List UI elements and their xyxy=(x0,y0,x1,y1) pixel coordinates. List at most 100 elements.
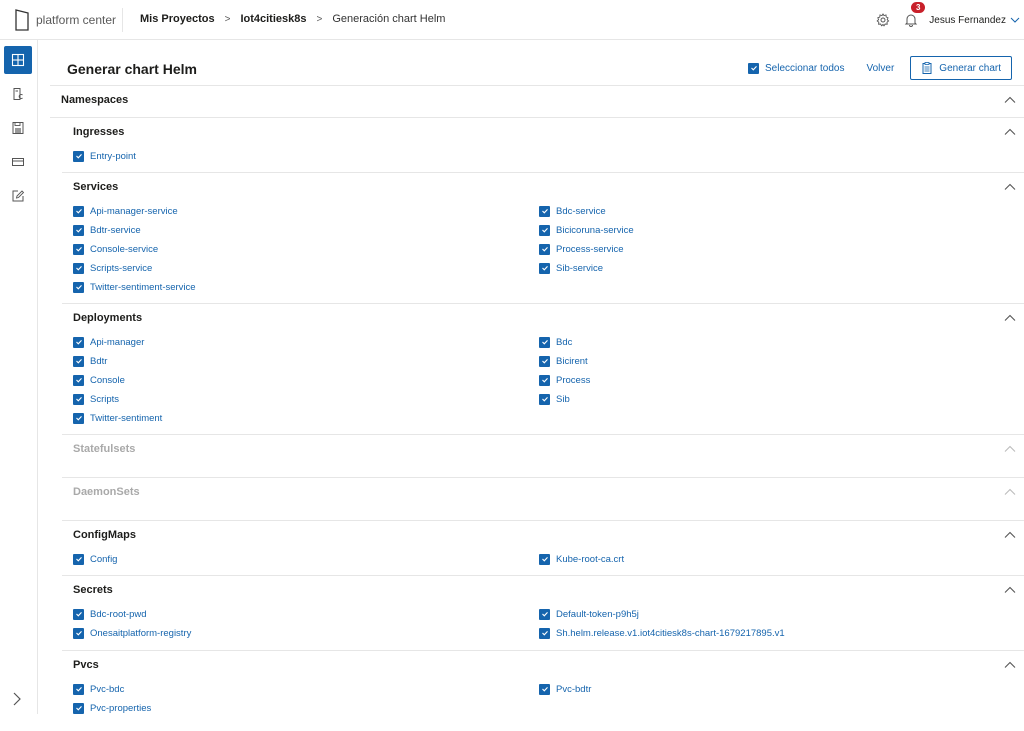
chevron-up-icon[interactable] xyxy=(1004,128,1016,136)
chevron-up-icon[interactable] xyxy=(1004,96,1016,104)
checkbox-label: Scripts xyxy=(90,393,120,405)
chevron-up-icon[interactable] xyxy=(1004,488,1016,496)
checkbox[interactable] xyxy=(73,553,84,565)
checkbox-item[interactable]: Console xyxy=(73,373,125,387)
notifications-button[interactable]: 3 xyxy=(903,2,926,28)
chevron-up-icon[interactable] xyxy=(1004,445,1016,453)
checkbox[interactable] xyxy=(539,608,550,620)
back-button[interactable]: Volver xyxy=(867,63,895,74)
checkbox[interactable] xyxy=(73,336,84,348)
breadcrumb-item-projects[interactable]: Mis Proyectos xyxy=(140,13,215,25)
checkbox[interactable] xyxy=(73,412,84,424)
chevron-up-icon[interactable] xyxy=(1004,183,1016,191)
checkbox-item[interactable]: Console-service xyxy=(73,242,158,256)
checkbox-item[interactable]: Api-manager xyxy=(73,335,144,349)
checkbox[interactable] xyxy=(73,683,84,695)
section-title: Secrets xyxy=(73,584,113,596)
checkbox[interactable] xyxy=(539,393,550,405)
checkbox[interactable] xyxy=(73,262,84,274)
checkbox-item[interactable]: Bdtr-service xyxy=(73,223,141,237)
checkbox[interactable] xyxy=(73,608,84,620)
checkbox[interactable] xyxy=(73,150,84,162)
checkbox[interactable] xyxy=(748,62,759,74)
checkbox[interactable] xyxy=(73,281,84,293)
logo-text: platform center xyxy=(36,13,117,27)
gear-icon xyxy=(876,13,890,27)
check-icon xyxy=(541,612,548,617)
sidebar-item-storage[interactable] xyxy=(4,114,32,142)
checkbox-item[interactable]: Pvc-bdtr xyxy=(539,682,591,696)
chevron-up-icon[interactable] xyxy=(1004,586,1016,594)
checkbox-item[interactable]: Pvc-properties xyxy=(73,701,151,715)
checkbox[interactable] xyxy=(73,224,84,236)
checkbox[interactable] xyxy=(73,355,84,367)
check-icon xyxy=(75,397,82,402)
checkbox-item[interactable]: Bdc-root-pwd xyxy=(73,607,147,621)
checkbox[interactable] xyxy=(73,627,84,639)
chevron-up-icon[interactable] xyxy=(1004,314,1016,322)
section-pvcs: Pvcs Pvc-bdc Pvc-bdtr Pvc-properties xyxy=(62,651,1024,731)
section-title: Pvcs xyxy=(73,659,99,671)
logo[interactable]: platform center xyxy=(14,8,116,32)
checkbox-item[interactable]: Pvc-bdc xyxy=(73,682,124,696)
checkbox[interactable] xyxy=(539,553,550,565)
checkbox[interactable] xyxy=(539,262,550,274)
checkbox[interactable] xyxy=(73,393,84,405)
sidebar-item-cards[interactable] xyxy=(4,148,32,176)
checkbox-item[interactable]: Api-manager-service xyxy=(73,204,178,218)
checkbox-item[interactable]: Twitter-sentiment xyxy=(73,411,162,425)
checkbox[interactable] xyxy=(539,627,550,639)
main-content: Generar chart Helm Seleccionar todos Vol… xyxy=(50,40,1024,714)
checkbox[interactable] xyxy=(73,205,84,217)
checkbox-item[interactable]: Process-service xyxy=(539,242,624,256)
checkbox-label: Bdtr-service xyxy=(90,224,141,236)
checkbox[interactable] xyxy=(539,224,550,236)
user-menu[interactable]: Jesus Fernandez xyxy=(929,15,1006,26)
checkbox-item[interactable]: Bdc xyxy=(539,335,572,349)
checkbox-label: Entry-point xyxy=(90,150,136,162)
checkbox-item[interactable]: Sh.helm.release.v1.iot4citiesk8s-chart-1… xyxy=(539,626,785,640)
generate-chart-button[interactable]: Generar chart xyxy=(910,56,1012,80)
checkbox[interactable] xyxy=(73,374,84,386)
checkbox[interactable] xyxy=(73,702,84,714)
select-all-checkbox[interactable]: Seleccionar todos xyxy=(748,62,845,74)
checkbox-item[interactable]: Twitter-sentiment-service xyxy=(73,280,196,294)
section-title: ConfigMaps xyxy=(73,529,136,541)
chevron-right-icon xyxy=(13,692,21,706)
chevron-up-icon[interactable] xyxy=(1004,661,1016,669)
checkbox-item[interactable]: Sib-service xyxy=(539,261,603,275)
check-icon xyxy=(541,247,548,252)
checkbox[interactable] xyxy=(539,243,550,255)
checkbox-item[interactable]: Scripts-service xyxy=(73,261,152,275)
checkbox[interactable] xyxy=(73,243,84,255)
checkbox-item[interactable]: Default-token-p9h5j xyxy=(539,607,639,621)
checkbox-item[interactable]: Process xyxy=(539,373,590,387)
checkbox-item[interactable]: Onesaitplatform-registry xyxy=(73,626,191,640)
checkbox-item[interactable]: Bdtr xyxy=(73,354,107,368)
sidebar-item-documents[interactable] xyxy=(4,80,32,108)
clipboard-list-icon xyxy=(922,62,932,74)
checkbox-label: Bdc-root-pwd xyxy=(90,608,147,620)
checkbox-item[interactable]: Bicicoruna-service xyxy=(539,223,634,237)
checkbox[interactable] xyxy=(539,355,550,367)
sidebar-item-edit[interactable] xyxy=(4,182,32,210)
checkbox[interactable] xyxy=(539,374,550,386)
checkbox-item[interactable]: Sib xyxy=(539,392,570,406)
settings-button[interactable] xyxy=(875,12,891,28)
chevron-down-icon[interactable] xyxy=(1010,16,1020,24)
sidebar-item-dashboard[interactable] xyxy=(4,46,32,74)
chevron-up-icon[interactable] xyxy=(1004,531,1016,539)
checkbox-item[interactable]: Entry-point xyxy=(73,149,136,163)
checkbox[interactable] xyxy=(539,336,550,348)
checkbox-item[interactable]: Kube-root-ca.crt xyxy=(539,552,624,566)
checkbox-item[interactable]: Bdc-service xyxy=(539,204,606,218)
sidebar-expand-button[interactable] xyxy=(10,691,24,712)
checkbox[interactable] xyxy=(539,205,550,217)
checkbox-item[interactable]: Scripts xyxy=(73,392,119,406)
breadcrumb-separator: > xyxy=(224,13,231,25)
checkbox-item[interactable]: Bicirent xyxy=(539,354,588,368)
breadcrumb-item-project[interactable]: Iot4citiesk8s xyxy=(240,13,306,25)
checkbox-item[interactable]: Config xyxy=(73,552,117,566)
checkbox[interactable] xyxy=(539,683,550,695)
select-all-label: Seleccionar todos xyxy=(765,62,845,74)
